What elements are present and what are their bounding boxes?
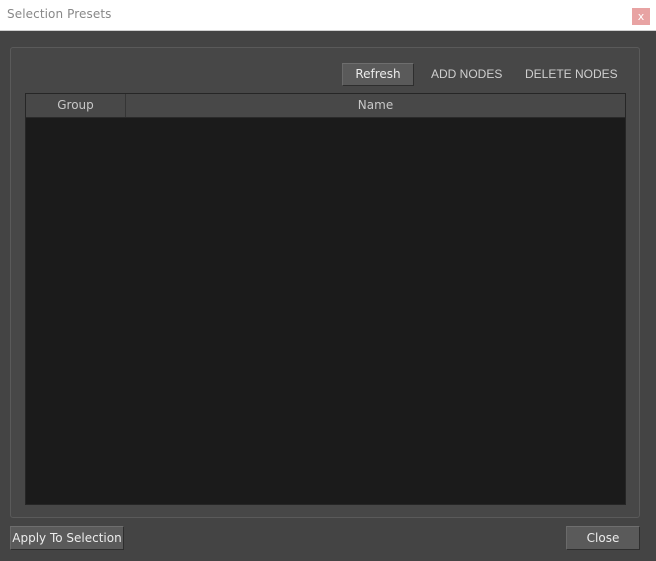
delete-nodes-button[interactable]: DELETE NODES	[525, 66, 618, 83]
close-button[interactable]: Close	[566, 526, 640, 550]
window-title: Selection Presets	[7, 7, 112, 21]
apply-to-selection-button[interactable]: Apply To Selection	[10, 526, 124, 550]
close-icon[interactable]: x	[632, 8, 650, 25]
title-bar: Selection Presets x	[0, 0, 656, 31]
tree-header: Group Name	[26, 94, 625, 118]
column-header-group[interactable]: Group	[26, 94, 126, 117]
column-header-name[interactable]: Name	[126, 94, 625, 117]
presets-tree[interactable]: Group Name	[25, 93, 626, 505]
refresh-button[interactable]: Refresh	[342, 63, 414, 86]
tree-body[interactable]	[26, 118, 625, 504]
add-nodes-button[interactable]: ADD NODES	[431, 66, 502, 83]
